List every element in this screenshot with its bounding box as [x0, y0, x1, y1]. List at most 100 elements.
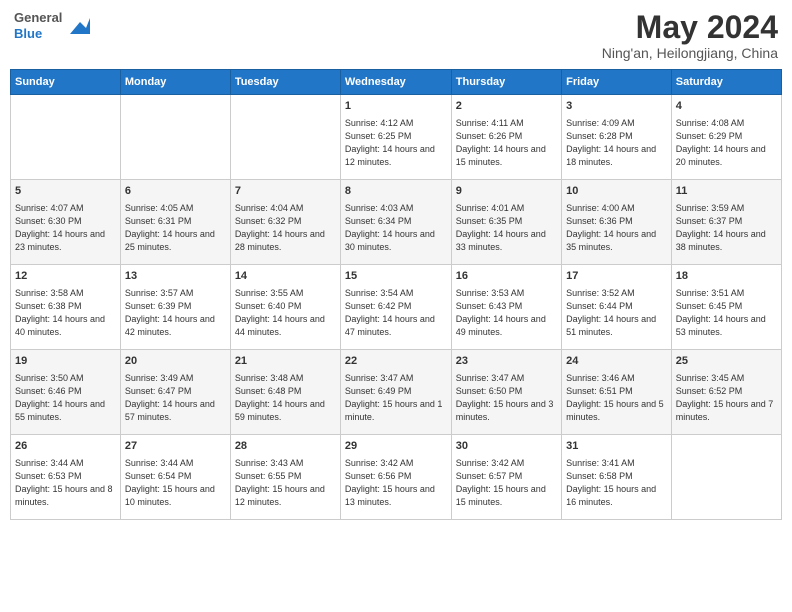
calendar-day-cell: 27 Sunrise: 3:44 AM Sunset: 6:54 PM Dayli… — [120, 435, 230, 520]
day-number: 22 — [345, 354, 447, 369]
day-number: 2 — [456, 99, 557, 114]
calendar-day-cell: 8 Sunrise: 4:03 AM Sunset: 6:34 PM Daylig… — [340, 180, 451, 265]
day-info: Sunrise: 3:57 AM Sunset: 6:39 PM Dayligh… — [125, 287, 226, 339]
day-number: 3 — [566, 99, 667, 114]
calendar-day-cell: 18Sunrise: 3:51 AM Sunset: 6:45 PM Dayli… — [671, 265, 781, 350]
day-info: Sunrise: 4:00 AM Sunset: 6:36 PM Dayligh… — [566, 202, 667, 254]
page-header: General Blue May 2024 Ning'an, Heilongji… — [10, 10, 782, 61]
calendar-day-cell: 7 Sunrise: 4:04 AM Sunset: 6:32 PM Daylig… — [230, 180, 340, 265]
day-info: Sunrise: 3:53 AM Sunset: 6:43 PM Dayligh… — [456, 287, 557, 339]
calendar-day-cell — [120, 95, 230, 180]
calendar-day-cell — [230, 95, 340, 180]
day-info: Sunrise: 3:52 AM Sunset: 6:44 PM Dayligh… — [566, 287, 667, 339]
day-info: Sunrise: 3:55 AM Sunset: 6:40 PM Dayligh… — [235, 287, 336, 339]
day-of-week-header: Thursday — [451, 70, 561, 95]
day-of-week-header: Sunday — [11, 70, 121, 95]
day-of-week-header: Saturday — [671, 70, 781, 95]
day-info: Sunrise: 4:04 AM Sunset: 6:32 PM Dayligh… — [235, 202, 336, 254]
day-of-week-header: Wednesday — [340, 70, 451, 95]
day-number: 31 — [566, 439, 667, 454]
calendar-day-cell: 17 Sunrise: 3:52 AM Sunset: 6:44 PM Dayli… — [562, 265, 672, 350]
day-number: 16 — [456, 269, 557, 284]
calendar-day-cell: 1Sunrise: 4:12 AM Sunset: 6:25 PM Daylig… — [340, 95, 451, 180]
calendar-day-cell: 13 Sunrise: 3:57 AM Sunset: 6:39 PM Dayli… — [120, 265, 230, 350]
day-number: 11 — [676, 184, 777, 199]
calendar-day-cell: 16 Sunrise: 3:53 AM Sunset: 6:43 PM Dayli… — [451, 265, 561, 350]
day-number: 23 — [456, 354, 557, 369]
day-info: Sunrise: 3:44 AM Sunset: 6:54 PM Dayligh… — [125, 457, 226, 509]
calendar-day-cell: 29 Sunrise: 3:42 AM Sunset: 6:56 PM Dayli… — [340, 435, 451, 520]
day-info: Sunrise: 4:03 AM Sunset: 6:34 PM Dayligh… — [345, 202, 447, 254]
calendar-day-cell: 15Sunrise: 3:54 AM Sunset: 6:42 PM Dayli… — [340, 265, 451, 350]
day-info: Sunrise: 4:11 AM Sunset: 6:26 PM Dayligh… — [456, 117, 557, 169]
day-number: 29 — [345, 439, 447, 454]
day-number: 13 — [125, 269, 226, 284]
day-info: Sunrise: 3:48 AM Sunset: 6:48 PM Dayligh… — [235, 372, 336, 424]
logo-text: General Blue — [14, 10, 62, 41]
day-number: 6 — [125, 184, 226, 199]
day-info: Sunrise: 3:59 AM Sunset: 6:37 PM Dayligh… — [676, 202, 777, 254]
day-info: Sunrise: 3:41 AM Sunset: 6:58 PM Dayligh… — [566, 457, 667, 509]
logo-icon — [66, 14, 90, 38]
day-info: Sunrise: 4:08 AM Sunset: 6:29 PM Dayligh… — [676, 117, 777, 169]
calendar-day-cell: 24 Sunrise: 3:46 AM Sunset: 6:51 PM Dayli… — [562, 350, 672, 435]
day-number: 28 — [235, 439, 336, 454]
calendar-week-row: 1Sunrise: 4:12 AM Sunset: 6:25 PM Daylig… — [11, 95, 782, 180]
day-info: Sunrise: 3:47 AM Sunset: 6:49 PM Dayligh… — [345, 372, 447, 424]
day-info: Sunrise: 3:45 AM Sunset: 6:52 PM Dayligh… — [676, 372, 777, 424]
day-number: 4 — [676, 99, 777, 114]
logo-general: General — [14, 10, 62, 26]
calendar-day-cell — [11, 95, 121, 180]
calendar-day-cell: 22 Sunrise: 3:47 AM Sunset: 6:49 PM Dayli… — [340, 350, 451, 435]
day-number: 17 — [566, 269, 667, 284]
day-of-week-header: Friday — [562, 70, 672, 95]
day-number: 24 — [566, 354, 667, 369]
day-number: 19 — [15, 354, 116, 369]
day-info: Sunrise: 3:47 AM Sunset: 6:50 PM Dayligh… — [456, 372, 557, 424]
day-info: Sunrise: 3:42 AM Sunset: 6:56 PM Dayligh… — [345, 457, 447, 509]
day-info: Sunrise: 4:05 AM Sunset: 6:31 PM Dayligh… — [125, 202, 226, 254]
calendar-day-cell: 30 Sunrise: 3:42 AM Sunset: 6:57 PM Dayli… — [451, 435, 561, 520]
calendar-day-cell: 21 Sunrise: 3:48 AM Sunset: 6:48 PM Dayli… — [230, 350, 340, 435]
calendar-day-cell: 12Sunrise: 3:58 AM Sunset: 6:38 PM Dayli… — [11, 265, 121, 350]
calendar-week-row: 12Sunrise: 3:58 AM Sunset: 6:38 PM Dayli… — [11, 265, 782, 350]
calendar-day-cell: 9Sunrise: 4:01 AM Sunset: 6:35 PM Daylig… — [451, 180, 561, 265]
calendar-day-cell: 20Sunrise: 3:49 AM Sunset: 6:47 PM Dayli… — [120, 350, 230, 435]
calendar-week-row: 5 Sunrise: 4:07 AM Sunset: 6:30 PM Daylig… — [11, 180, 782, 265]
day-number: 1 — [345, 99, 447, 114]
day-info: Sunrise: 3:43 AM Sunset: 6:55 PM Dayligh… — [235, 457, 336, 509]
title-section: May 2024 Ning'an, Heilongjiang, China — [602, 10, 778, 61]
day-number: 30 — [456, 439, 557, 454]
day-number: 21 — [235, 354, 336, 369]
calendar-day-cell: 14 Sunrise: 3:55 AM Sunset: 6:40 PM Dayli… — [230, 265, 340, 350]
day-number: 26 — [15, 439, 116, 454]
day-info: Sunrise: 3:42 AM Sunset: 6:57 PM Dayligh… — [456, 457, 557, 509]
day-number: 14 — [235, 269, 336, 284]
day-number: 5 — [15, 184, 116, 199]
calendar-day-cell: 31 Sunrise: 3:41 AM Sunset: 6:58 PM Dayli… — [562, 435, 672, 520]
calendar-day-cell: 6 Sunrise: 4:05 AM Sunset: 6:31 PM Daylig… — [120, 180, 230, 265]
calendar-day-cell: 25Sunrise: 3:45 AM Sunset: 6:52 PM Dayli… — [671, 350, 781, 435]
day-info: Sunrise: 3:54 AM Sunset: 6:42 PM Dayligh… — [345, 287, 447, 339]
day-number: 9 — [456, 184, 557, 199]
calendar-day-cell: 26Sunrise: 3:44 AM Sunset: 6:53 PM Dayli… — [11, 435, 121, 520]
calendar-day-cell: 5 Sunrise: 4:07 AM Sunset: 6:30 PM Daylig… — [11, 180, 121, 265]
day-number: 27 — [125, 439, 226, 454]
day-number: 7 — [235, 184, 336, 199]
calendar-day-cell — [671, 435, 781, 520]
calendar-week-row: 19 Sunrise: 3:50 AM Sunset: 6:46 PM Dayli… — [11, 350, 782, 435]
day-of-week-header: Tuesday — [230, 70, 340, 95]
day-of-week-header: Monday — [120, 70, 230, 95]
calendar-day-cell: 11 Sunrise: 3:59 AM Sunset: 6:37 PM Dayli… — [671, 180, 781, 265]
day-number: 8 — [345, 184, 447, 199]
location: Ning'an, Heilongjiang, China — [602, 45, 778, 61]
day-info: Sunrise: 3:50 AM Sunset: 6:46 PM Dayligh… — [15, 372, 116, 424]
day-number: 18 — [676, 269, 777, 284]
calendar-day-cell: 23 Sunrise: 3:47 AM Sunset: 6:50 PM Dayli… — [451, 350, 561, 435]
logo: General Blue — [14, 10, 90, 41]
calendar-day-cell: 2 Sunrise: 4:11 AM Sunset: 6:26 PM Daylig… — [451, 95, 561, 180]
day-info: Sunrise: 4:07 AM Sunset: 6:30 PM Dayligh… — [15, 202, 116, 254]
day-info: Sunrise: 3:58 AM Sunset: 6:38 PM Dayligh… — [15, 287, 116, 339]
day-info: Sunrise: 3:46 AM Sunset: 6:51 PM Dayligh… — [566, 372, 667, 424]
calendar-day-cell: 28 Sunrise: 3:43 AM Sunset: 6:55 PM Dayli… — [230, 435, 340, 520]
